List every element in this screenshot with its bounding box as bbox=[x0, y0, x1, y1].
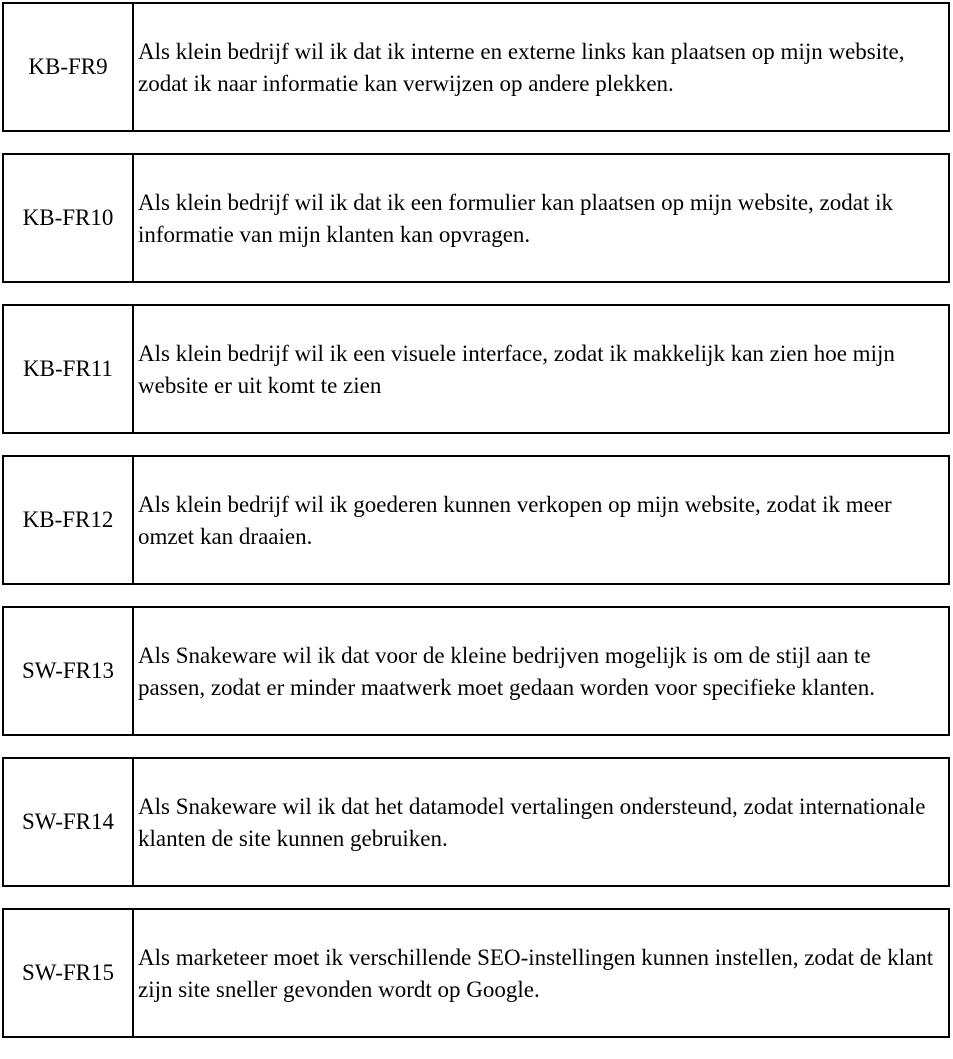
requirement-description: Als marketeer moet ik verschillende SEO-… bbox=[138, 945, 934, 1002]
requirement-description-cell: Als klein bedrijf wil ik een visuele int… bbox=[134, 306, 948, 432]
requirement-table-kb-fr10: KB-FR10 Als klein bedrijf wil ik dat ik … bbox=[2, 153, 950, 283]
requirement-table-sw-fr15: SW-FR15 Als marketeer moet ik verschille… bbox=[2, 908, 950, 1038]
requirement-id: KB-FR10 bbox=[4, 155, 134, 281]
requirement-id: KB-FR9 bbox=[4, 4, 134, 130]
requirement-table-sw-fr13: SW-FR13 Als Snakeware wil ik dat voor de… bbox=[2, 606, 950, 736]
requirement-description: Als klein bedrijf wil ik dat ik een form… bbox=[138, 190, 893, 247]
requirement-description-cell: Als Snakeware wil ik dat het datamodel v… bbox=[134, 759, 948, 885]
requirement-table-sw-fr14: SW-FR14 Als Snakeware wil ik dat het dat… bbox=[2, 757, 950, 887]
requirement-description: Als klein bedrijf wil ik een visuele int… bbox=[138, 341, 895, 398]
requirement-id: SW-FR14 bbox=[4, 759, 134, 885]
requirement-description: Als Snakeware wil ik dat voor de kleine … bbox=[138, 643, 875, 700]
requirement-description-cell: Als klein bedrijf wil ik dat ik interne … bbox=[134, 4, 948, 130]
requirement-description: Als klein bedrijf wil ik dat ik interne … bbox=[138, 39, 905, 96]
requirement-id: KB-FR11 bbox=[4, 306, 134, 432]
requirement-id: SW-FR15 bbox=[4, 910, 134, 1036]
requirement-description-cell: Als klein bedrijf wil ik goederen kunnen… bbox=[134, 457, 948, 583]
requirement-id: SW-FR13 bbox=[4, 608, 134, 734]
requirement-description-cell: Als Snakeware wil ik dat voor de kleine … bbox=[134, 608, 948, 734]
requirement-description-cell: Als marketeer moet ik verschillende SEO-… bbox=[134, 910, 948, 1036]
requirement-id: KB-FR12 bbox=[4, 457, 134, 583]
requirement-table-kb-fr9: KB-FR9 Als klein bedrijf wil ik dat ik i… bbox=[2, 2, 950, 132]
requirement-table-kb-fr11: KB-FR11 Als klein bedrijf wil ik een vis… bbox=[2, 304, 950, 434]
requirements-list: KB-FR9 Als klein bedrijf wil ik dat ik i… bbox=[2, 2, 950, 1059]
requirement-description: Als klein bedrijf wil ik goederen kunnen… bbox=[138, 492, 892, 549]
requirement-description: Als Snakeware wil ik dat het datamodel v… bbox=[138, 794, 926, 851]
requirement-description-cell: Als klein bedrijf wil ik dat ik een form… bbox=[134, 155, 948, 281]
requirement-table-kb-fr12: KB-FR12 Als klein bedrijf wil ik goedere… bbox=[2, 455, 950, 585]
